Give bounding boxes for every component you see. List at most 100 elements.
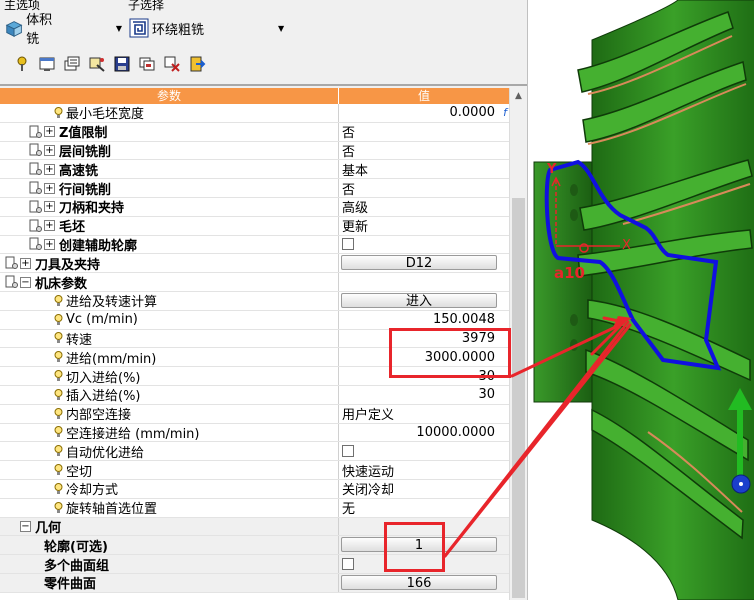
toolbar <box>12 54 207 74</box>
row-label: 高速铣 <box>59 163 99 179</box>
row-value[interactable]: 0.0000 <box>450 105 496 120</box>
exit-icon[interactable] <box>187 54 207 74</box>
table-row[interactable]: 内部空连接 用户定义 <box>0 404 509 424</box>
expand-icon[interactable]: + <box>44 201 55 213</box>
table-row[interactable]: + 行间铣削 否 <box>0 179 509 198</box>
row-label: 刀具及夹持 <box>35 257 101 273</box>
row-value[interactable]: 30 <box>478 387 495 402</box>
row-value[interactable]: 10000.0000 <box>416 425 495 440</box>
table-row[interactable]: 插入进给(%) 30 <box>0 385 509 405</box>
spiral-rough-icon <box>129 18 149 38</box>
page-lock-icon <box>29 200 42 213</box>
page-lock-icon <box>5 275 18 289</box>
highlight-box-speed-feed <box>389 328 511 378</box>
expand-icon[interactable]: + <box>44 220 55 232</box>
row-value[interactable]: 高级 <box>342 197 368 216</box>
row-label: 轮廓(可选) <box>44 539 108 555</box>
row-value[interactable]: 否 <box>342 141 355 160</box>
expand-icon[interactable]: + <box>44 126 55 138</box>
row-value[interactable]: 否 <box>342 179 355 198</box>
table-row[interactable]: 最小毛坯宽度 0.0000 f <box>0 104 509 123</box>
panel-divider <box>0 84 527 86</box>
auto-optimize-feed-checkbox[interactable] <box>342 445 354 458</box>
row-label: 层间铣削 <box>59 145 112 160</box>
row-value[interactable]: 150.0048 <box>433 312 495 327</box>
row-label: 创建辅助轮廓 <box>59 238 138 254</box>
3d-viewport[interactable]: Y X a10 <box>527 0 754 600</box>
table-row[interactable]: + 刀具及夹持 D12 <box>0 254 509 274</box>
scroll-up-icon[interactable]: ▲ <box>510 88 527 105</box>
table-row[interactable]: Vc (m/min) 150.0048 <box>0 310 509 330</box>
bulb-icon <box>54 388 63 400</box>
table-row[interactable]: 旋转轴首选位置 无 <box>0 498 509 518</box>
table-row[interactable]: 零件曲面 166 <box>0 573 509 593</box>
row-label: 最小毛坯宽度 <box>66 107 145 123</box>
sub-option-combo[interactable]: 环绕粗铣 ▼ <box>128 14 288 42</box>
scroll-thumb[interactable] <box>512 198 525 598</box>
bulb-icon <box>54 445 63 457</box>
tool-icon[interactable] <box>87 54 107 74</box>
row-label: 内部空连接 <box>66 408 132 424</box>
pin-icon[interactable] <box>12 54 32 74</box>
bulb-icon <box>54 407 63 419</box>
table-row[interactable]: − 机床参数 <box>0 273 509 292</box>
row-label: 切入进给(%) <box>66 370 141 386</box>
y-axis-label: Y <box>547 162 557 177</box>
expand-icon[interactable]: + <box>20 257 31 269</box>
main-option-combo[interactable]: 体积铣 ▼ <box>4 13 122 47</box>
tool-select-button[interactable]: D12 <box>341 255 497 271</box>
page-lock-icon <box>29 162 42 176</box>
page-lock-icon <box>29 181 42 195</box>
bulb-icon <box>54 464 63 476</box>
row-label: 多个曲面组 <box>44 558 110 574</box>
multi-surface-group-checkbox[interactable] <box>342 558 354 571</box>
expand-icon[interactable]: + <box>44 182 55 194</box>
table-row[interactable]: 空连接进给 (mm/min) 10000.0000 <box>0 423 509 443</box>
table-row[interactable]: 冷却方式 关闭冷却 <box>0 479 509 499</box>
properties-icon[interactable] <box>162 54 182 74</box>
chevron-down-icon: ▼ <box>278 23 285 33</box>
table-row[interactable]: + 刀柄和夹持 高级 <box>0 197 509 217</box>
bulb-icon <box>54 370 63 382</box>
part-surface-button[interactable]: 166 <box>341 574 497 591</box>
x-axis-label: X <box>622 238 631 253</box>
sub-option-label: 子选择 <box>128 0 165 12</box>
table-row[interactable]: + 层间铣削 否 <box>0 141 509 161</box>
bulb-icon <box>54 482 63 494</box>
row-value[interactable]: 用户定义 <box>342 404 394 423</box>
row-value[interactable]: 关闭冷却 <box>342 479 394 498</box>
expand-icon[interactable]: + <box>44 144 55 156</box>
row-value[interactable]: 否 <box>342 122 355 141</box>
window-icon[interactable] <box>37 54 57 74</box>
bulb-icon <box>54 313 63 325</box>
collapse-icon[interactable]: − <box>20 520 31 532</box>
table-row[interactable]: 空切 快速运动 <box>0 461 509 480</box>
table-row[interactable]: + 创建辅助轮廓 <box>0 235 509 255</box>
row-value[interactable]: 无 <box>342 498 355 517</box>
collapse-icon[interactable]: − <box>20 276 31 288</box>
column-header-value: 值 <box>417 89 430 103</box>
expand-icon[interactable]: + <box>44 238 55 250</box>
feed-speed-enter-button[interactable]: 进入 <box>341 292 497 309</box>
table-row[interactable]: + Z值限制 否 <box>0 122 509 142</box>
page-lock-icon <box>29 219 42 232</box>
table-row[interactable]: 进给及转速计算 进入 <box>0 291 509 311</box>
row-value[interactable]: 快速运动 <box>342 461 394 480</box>
bulb-icon <box>54 332 63 344</box>
row-value[interactable]: 更新 <box>342 216 368 235</box>
parameter-panel: 主选项 体积铣 ▼ 子选择 环绕粗铣 ▼ 参数 值 最小毛坯宽度 0.0000 … <box>0 0 527 600</box>
save-icon[interactable] <box>112 54 132 74</box>
table-row[interactable]: + 高速铣 基本 <box>0 160 509 180</box>
vertical-scrollbar[interactable]: ▲ <box>509 88 527 600</box>
row-label: 空切 <box>66 464 93 480</box>
list-icon[interactable] <box>62 54 82 74</box>
table-row[interactable]: + 毛坯 更新 <box>0 216 509 236</box>
expand-icon[interactable]: + <box>44 163 55 175</box>
bulb-icon <box>54 501 63 513</box>
row-label: 转速 <box>66 332 93 348</box>
row-value[interactable]: 基本 <box>342 160 368 179</box>
layers-icon[interactable] <box>137 54 157 74</box>
auxiliary-contour-checkbox[interactable] <box>342 238 354 251</box>
table-row[interactable]: 自动优化进给 <box>0 442 509 462</box>
formula-icon[interactable]: f <box>503 106 507 119</box>
